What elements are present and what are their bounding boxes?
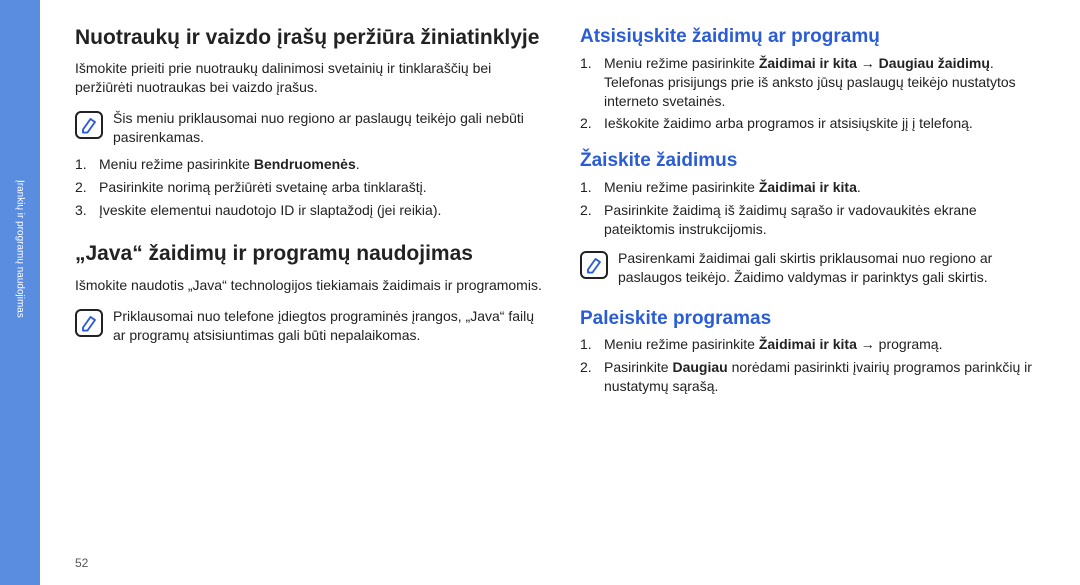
list-item: Meniu režime pasirinkite Bendruomenės. [75, 155, 545, 174]
sidebar-label: Įrankių ir programų naudojimas [15, 180, 26, 318]
steps-launch: Meniu režime pasirinkite Žaidimai ir kit… [580, 335, 1050, 400]
heading-java-games: „Java“ žaidimų ir programų naudojimas [75, 241, 545, 267]
step-bold: Bendruomenės [254, 156, 356, 172]
step-bold: Žaidimai ir kita [759, 55, 857, 71]
page-number: 52 [75, 546, 545, 570]
intro-text-1: Išmokite prieiti prie nuotraukų dalinimo… [75, 59, 545, 97]
step-text: → programą. [857, 336, 943, 352]
right-column: Atsisiųskite žaidimų ar programų Meniu r… [580, 25, 1050, 570]
list-item: Meniu režime pasirinkite Žaidimai ir kit… [580, 178, 1050, 197]
intro-text-2: Išmokite naudotis „Java“ technologijos t… [75, 276, 545, 295]
left-column: Nuotraukų ir vaizdo įrašų peržiūra žinia… [75, 25, 545, 570]
steps-download: Meniu režime pasirinkite Žaidimai ir kit… [580, 54, 1050, 138]
step-bold: Žaidimai ir kita [759, 336, 857, 352]
note-2-text: Priklausomai nuo telefone įdiegtos progr… [113, 307, 545, 345]
list-item: Pasirinkite norimą peržiūrėti svetainę a… [75, 178, 545, 197]
list-item: Pasirinkite žaidimą iš žaidimų sąrašo ir… [580, 201, 1050, 239]
step-text: Meniu režime pasirinkite [604, 179, 759, 195]
list-item: Meniu režime pasirinkite Žaidimai ir kit… [580, 54, 1050, 111]
note-3-text: Pasirenkami žaidimai gali skirtis prikla… [618, 249, 1050, 287]
sidebar: Įrankių ir programų naudojimas [0, 0, 40, 585]
list-item: Meniu režime pasirinkite Žaidimai ir kit… [580, 335, 1050, 354]
step-bold: Žaidimai ir kita [759, 179, 857, 195]
note-icon [75, 111, 103, 139]
step-text: Pasirinkite [604, 359, 672, 375]
list-item: Įveskite elementui naudotojo ID ir slapt… [75, 201, 545, 220]
step-text: . [356, 156, 360, 172]
step-text: . [857, 179, 861, 195]
step-bold: Daugiau [672, 359, 727, 375]
note-1: Šis meniu priklausomai nuo regiono ar pa… [75, 109, 545, 147]
note-3: Pasirenkami žaidimai gali skirtis prikla… [580, 249, 1050, 287]
note-icon [580, 251, 608, 279]
heading-download: Atsisiųskite žaidimų ar programų [580, 25, 1050, 49]
step-text: Meniu režime pasirinkite [604, 336, 759, 352]
heading-photos-web: Nuotraukų ir vaizdo įrašų peržiūra žinia… [75, 25, 545, 51]
step-continuation: Telefonas prisijungs prie iš anksto jūsų… [604, 74, 1016, 109]
page-content: Nuotraukų ir vaizdo įrašų peržiūra žinia… [40, 0, 1080, 585]
heading-launch: Paleiskite programas [580, 307, 1050, 331]
note-icon [75, 309, 103, 337]
steps-list-1: Meniu režime pasirinkite Bendruomenės. P… [75, 155, 545, 224]
step-bold: Daugiau žaidimų [879, 55, 990, 71]
step-text: Meniu režime pasirinkite [604, 55, 759, 71]
list-item: Pasirinkite Daugiau norėdami pasirinkti … [580, 358, 1050, 396]
steps-play: Meniu režime pasirinkite Žaidimai ir kit… [580, 178, 1050, 243]
heading-play: Žaiskite žaidimus [580, 149, 1050, 173]
list-item: Ieškokite žaidimo arba programos ir atsi… [580, 114, 1050, 133]
note-1-text: Šis meniu priklausomai nuo regiono ar pa… [113, 109, 545, 147]
note-2: Priklausomai nuo telefone įdiegtos progr… [75, 307, 545, 345]
step-text: . [990, 55, 994, 71]
step-arrow: → [857, 55, 879, 71]
step-text: Meniu režime pasirinkite [99, 156, 254, 172]
